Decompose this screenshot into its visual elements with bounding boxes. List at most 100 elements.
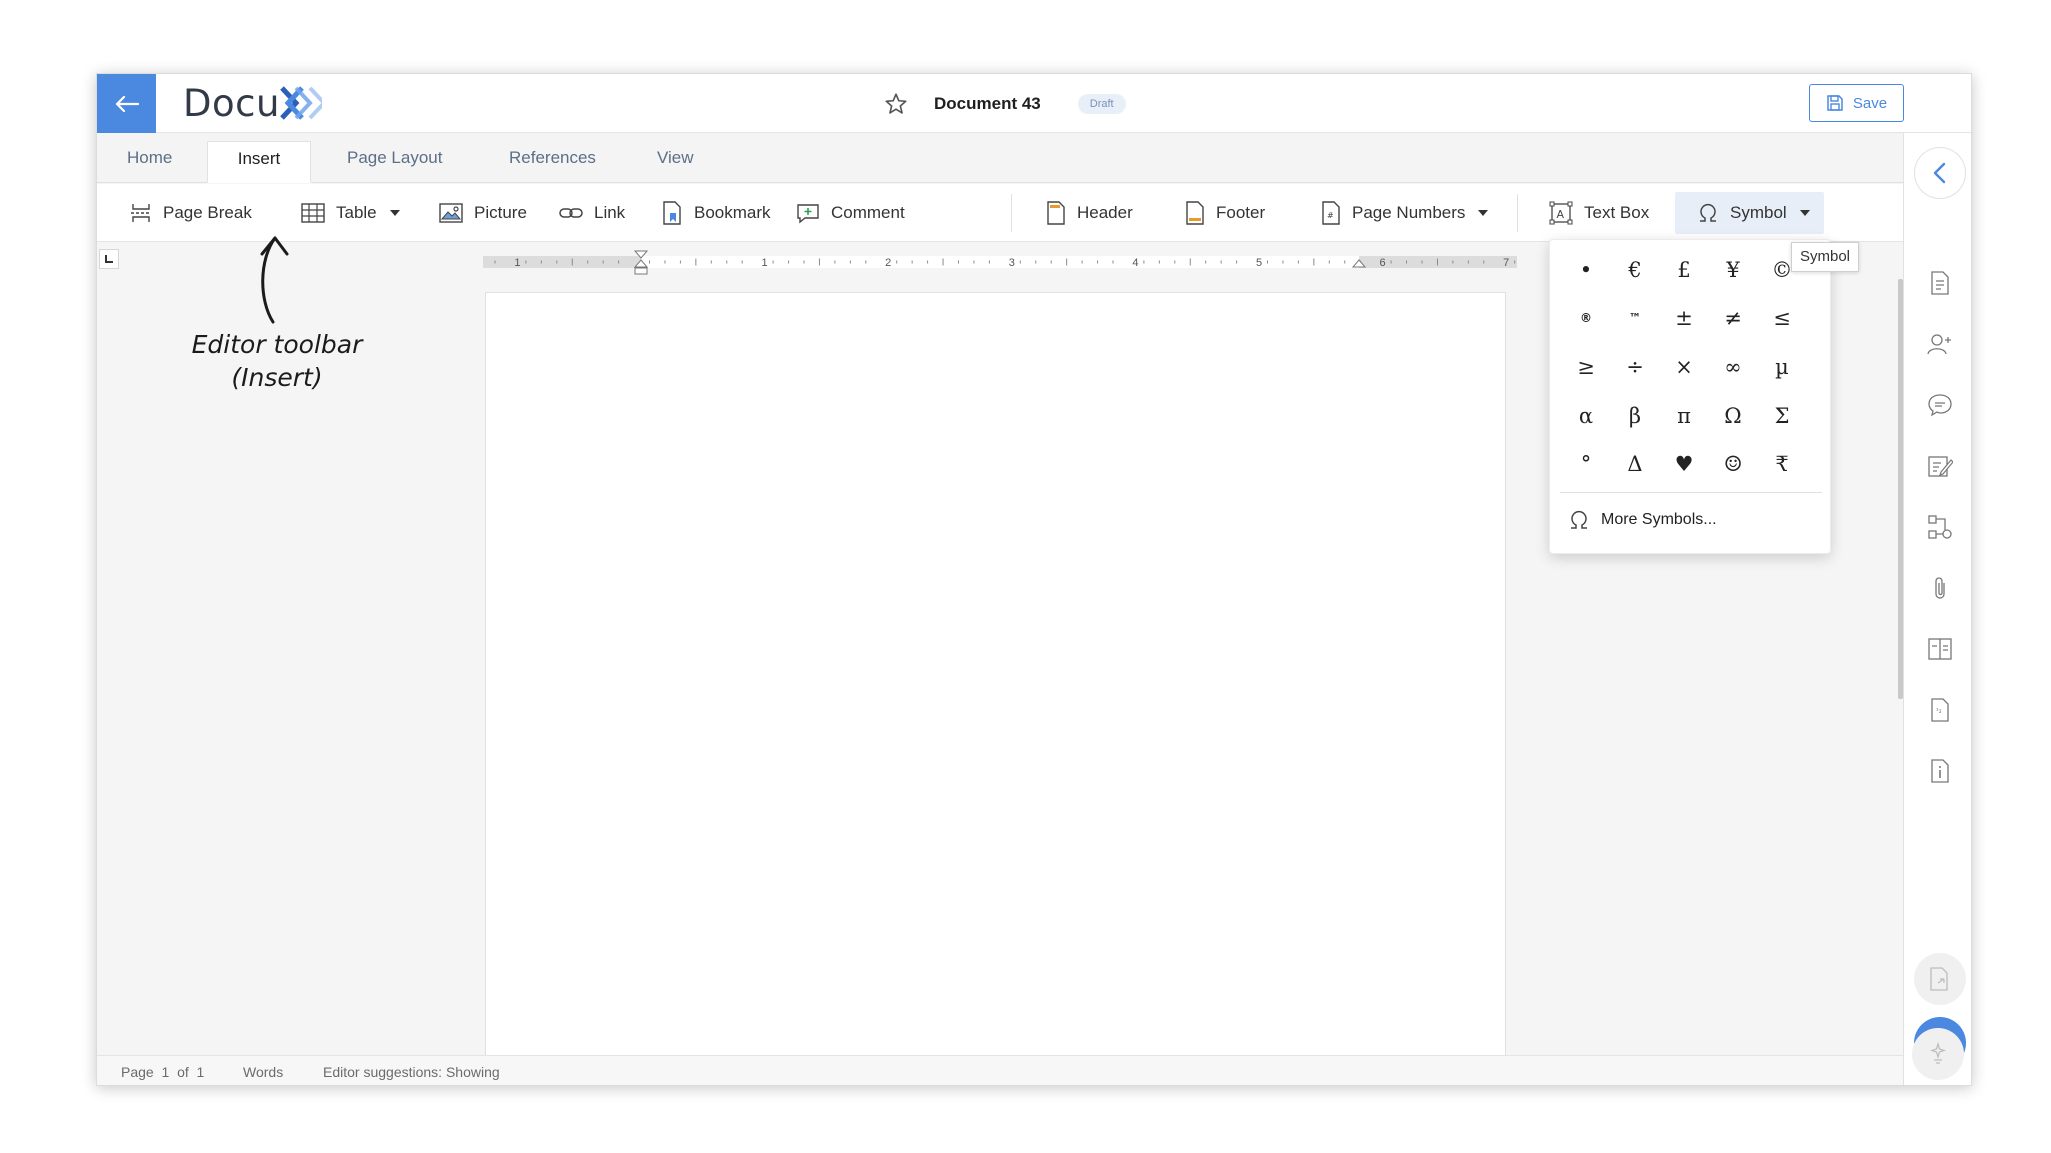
chevron-down-icon xyxy=(389,210,400,216)
footer-icon xyxy=(1186,201,1204,225)
symbol-option[interactable]: α xyxy=(1564,394,1608,438)
symbol-option[interactable]: π xyxy=(1662,394,1706,438)
symbol-option[interactable]: ° xyxy=(1564,442,1608,486)
omega-icon xyxy=(1571,510,1587,529)
header-button[interactable]: Header xyxy=(1046,192,1133,234)
picture-icon xyxy=(439,203,463,223)
symbol-tooltip: Symbol xyxy=(1791,242,1860,272)
symbol-option[interactable]: ± xyxy=(1662,296,1706,340)
symbol-option[interactable]: £ xyxy=(1662,248,1706,292)
page-break-button[interactable]: Page Break xyxy=(130,192,252,234)
symbol-option[interactable]: € xyxy=(1613,248,1657,292)
add-user-icon[interactable] xyxy=(1926,330,1954,358)
symbol-option[interactable]: ≠ xyxy=(1711,296,1755,340)
symbol-option[interactable]: Δ xyxy=(1613,442,1657,486)
page-break-icon xyxy=(131,204,151,222)
symbol-button[interactable]: Symbol xyxy=(1675,192,1824,234)
text-box-button[interactable]: A Text Box xyxy=(1549,192,1649,234)
comments-icon[interactable] xyxy=(1926,391,1954,419)
toolbar-divider xyxy=(1517,194,1518,232)
picture-button[interactable]: Picture xyxy=(439,192,527,234)
edit-checklist-icon[interactable] xyxy=(1926,452,1954,480)
comment-icon xyxy=(797,204,819,224)
header-icon xyxy=(1047,201,1065,225)
word-count[interactable]: Words xyxy=(243,1064,283,1080)
svg-text:¹₂: ¹₂ xyxy=(1936,707,1942,715)
export-icon xyxy=(1930,967,1948,991)
document-page[interactable] xyxy=(485,292,1506,1085)
menu-divider xyxy=(1560,492,1822,493)
tab-view[interactable]: View xyxy=(653,141,698,183)
symbol-option[interactable]: µ xyxy=(1760,345,1804,389)
ruler-number: 3 xyxy=(1009,257,1015,269)
ruler-number: 2 xyxy=(885,257,891,269)
symbol-option[interactable]: Ω xyxy=(1711,394,1755,438)
comment-button[interactable]: Comment xyxy=(796,192,905,234)
omega-icon xyxy=(1700,203,1716,222)
ruler-number: 1 xyxy=(762,257,768,269)
editor-suggestions-status[interactable]: Editor suggestions: Showing xyxy=(323,1064,500,1080)
status-bar: Page 1 of 1 Words Editor suggestions: Sh… xyxy=(97,1055,1903,1085)
more-symbols-button[interactable]: More Symbols... xyxy=(1568,506,1717,534)
docux-logo: Docu xyxy=(183,82,322,125)
page-count: Page 1 of 1 xyxy=(121,1064,205,1080)
collapse-panel-icon xyxy=(1933,162,1946,184)
tab-stop-selector[interactable] xyxy=(99,249,119,269)
save-icon xyxy=(1827,95,1843,111)
table-icon xyxy=(301,203,325,223)
document-meta: Document 43 Draft xyxy=(883,89,1126,119)
bookmark-button[interactable]: Bookmark xyxy=(661,192,771,234)
curved-arrow-icon xyxy=(260,236,289,324)
save-button[interactable]: Save xyxy=(1809,84,1904,122)
tab-home[interactable]: Home xyxy=(123,141,176,183)
text-box-icon: A xyxy=(1549,201,1573,225)
svg-text:A: A xyxy=(1557,208,1565,221)
symbol-dropdown: • € £ ¥ © ® ™ ± ≠ ≤ ≥ ÷ × ∞ µ α β π Ω Σ … xyxy=(1549,239,1831,554)
arrow-left-icon xyxy=(115,95,139,112)
symbol-option[interactable]: × xyxy=(1662,345,1706,389)
symbol-option[interactable]: ☺ xyxy=(1711,442,1755,486)
symbol-option[interactable]: ¥ xyxy=(1711,248,1755,292)
page-numbers-button[interactable]: # Page Numbers xyxy=(1321,192,1489,234)
right-sidebar: ¹₂ xyxy=(1903,133,1971,1085)
symbol-option[interactable]: ≤ xyxy=(1760,296,1804,340)
symbol-option[interactable]: ™ xyxy=(1613,296,1657,340)
export-button[interactable] xyxy=(1914,953,1966,1005)
horizontal-ruler[interactable]: 1 1 2 3 4 5 6 7 xyxy=(483,248,1517,278)
ruler-number: 5 xyxy=(1256,257,1262,269)
symbol-option[interactable]: ∞ xyxy=(1711,345,1755,389)
collapse-panel-button[interactable] xyxy=(1914,147,1966,199)
tab-references[interactable]: References xyxy=(505,141,600,183)
back-button[interactable] xyxy=(97,74,156,133)
star-icon[interactable] xyxy=(883,91,909,117)
attachment-icon[interactable] xyxy=(1926,574,1954,602)
symbol-option[interactable]: ÷ xyxy=(1613,345,1657,389)
numbering-icon[interactable]: ¹₂ xyxy=(1926,696,1954,724)
editor-window: Docu Document 43 Draft Save Home Insert … xyxy=(96,73,1972,1086)
document-title[interactable]: Document 43 xyxy=(934,94,1041,114)
symbol-option[interactable]: Σ xyxy=(1760,394,1804,438)
symbol-option[interactable]: ≥ xyxy=(1564,345,1608,389)
logo-x-mark xyxy=(280,86,322,120)
svg-text:#: # xyxy=(1327,211,1334,220)
symbol-option[interactable]: ® xyxy=(1564,296,1608,340)
save-label: Save xyxy=(1852,94,1888,112)
symbol-option[interactable]: ♥ xyxy=(1662,442,1706,486)
document-stats-icon[interactable] xyxy=(1926,269,1954,297)
footer-button[interactable]: Footer xyxy=(1185,192,1265,234)
symbol-option[interactable]: ₹ xyxy=(1760,442,1804,486)
compare-icon[interactable] xyxy=(1926,635,1954,663)
ai-assistant-icon xyxy=(1929,1042,1947,1064)
bookmark-icon xyxy=(663,201,681,225)
link-button[interactable]: Link xyxy=(559,192,625,234)
symbol-option[interactable]: β xyxy=(1613,394,1657,438)
left-indent-marker[interactable] xyxy=(634,267,648,275)
ai-assistant-button[interactable] xyxy=(1912,1028,1964,1080)
workflow-icon[interactable] xyxy=(1926,513,1954,541)
tab-insert[interactable]: Insert xyxy=(207,141,311,183)
tab-page-layout[interactable]: Page Layout xyxy=(343,141,446,183)
document-info-icon[interactable] xyxy=(1926,757,1954,785)
ruler-number: 7 xyxy=(1503,257,1509,269)
table-button[interactable]: Table xyxy=(301,192,400,234)
symbol-option[interactable]: • xyxy=(1564,248,1608,292)
